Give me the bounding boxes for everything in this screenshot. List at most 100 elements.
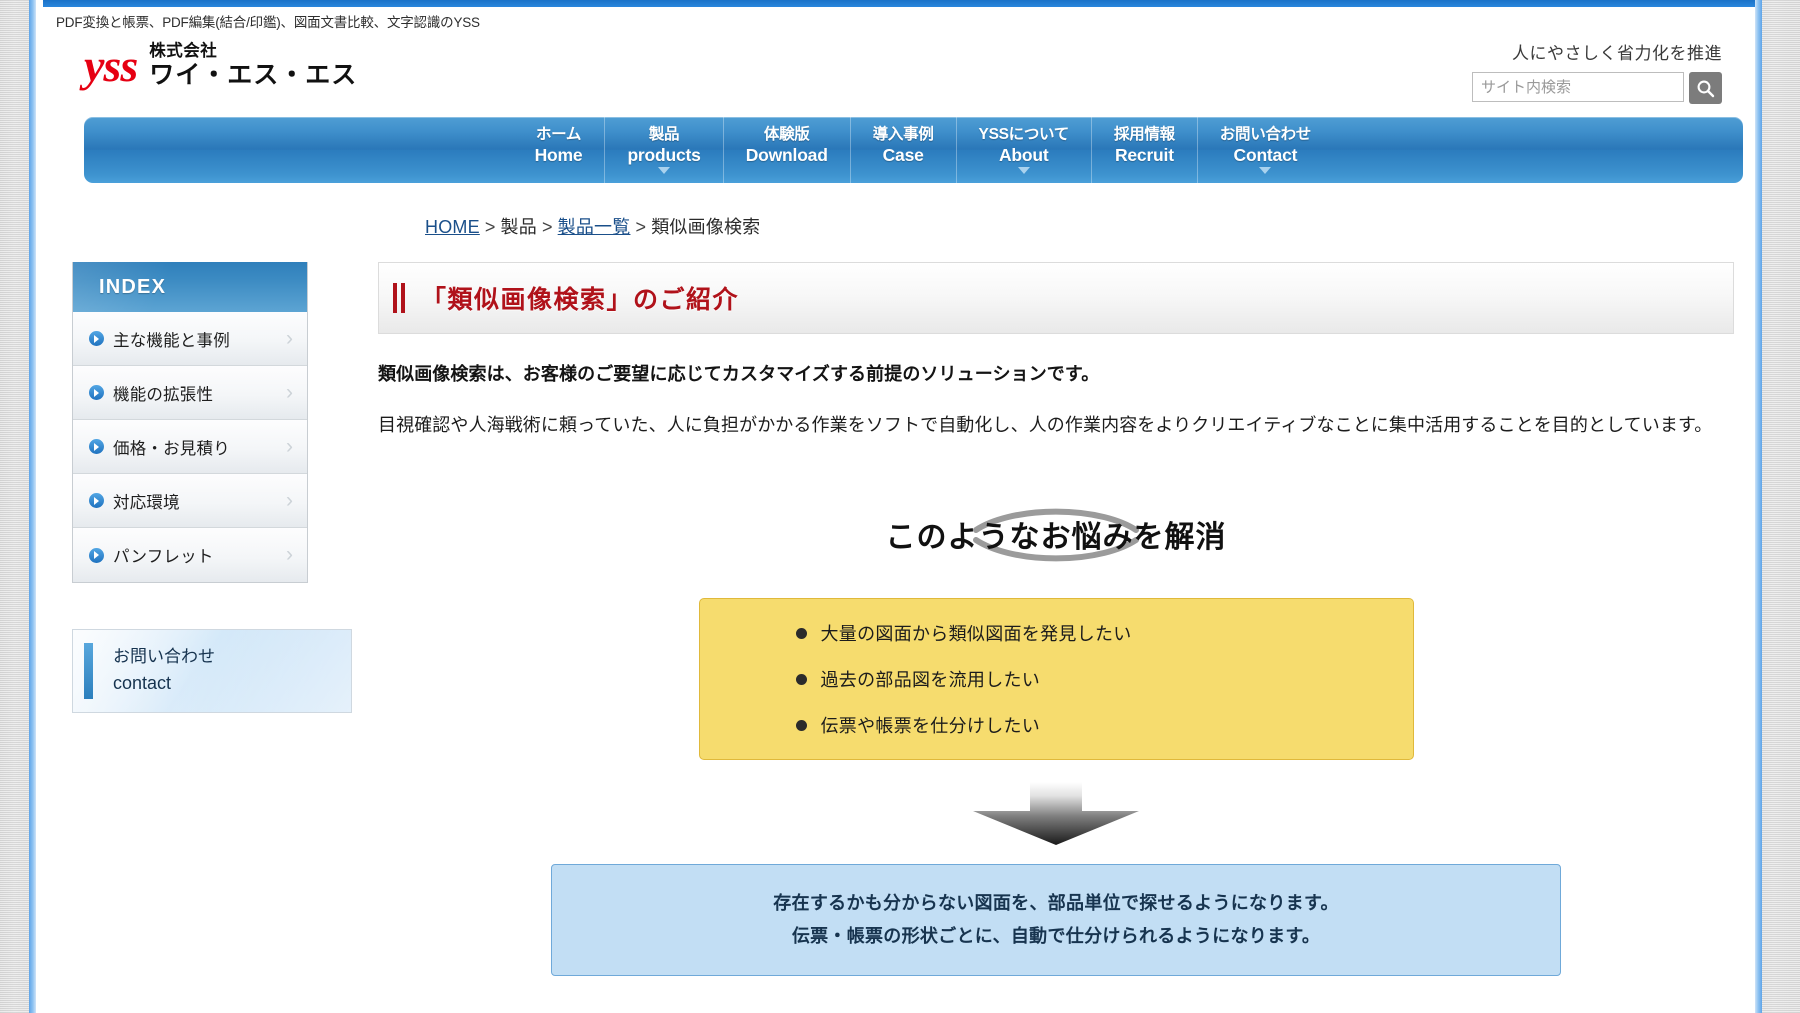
site-header: yss 株式会社 ワイ・エス・エス 人にやさしく省力化を推進: [43, 33, 1755, 117]
sidebar-index-title: INDEX: [73, 262, 307, 312]
nav-item-products[interactable]: 製品 products: [604, 117, 722, 183]
nav-item-about-en: About: [998, 145, 1049, 166]
logo-company-kana: ワイ・エス・エス: [149, 61, 358, 90]
chevron-right-icon: ›: [286, 380, 293, 404]
left-gutter-edge: [29, 0, 36, 1013]
nav-item-case-en: Case: [882, 145, 924, 166]
right-gutter-edge: [1755, 0, 1762, 1013]
site-slogan: 人にやさしく省力化を推進: [1512, 44, 1722, 63]
site-logo[interactable]: yss 株式会社 ワイ・エス・エス: [84, 42, 357, 91]
sidebar-item-label: 機能の拡張性: [113, 385, 214, 404]
nav-item-recruit-en: Recruit: [1114, 145, 1174, 166]
arrow-circle-icon: [89, 547, 104, 563]
page-canvas: PDF変換と帳票、PDF編集(結合/印鑑)、図面文書比較、文字認識のYSS ys…: [43, 0, 1755, 1013]
nav-item-products-jp: 製品: [648, 126, 680, 143]
sidebar-item-label: パンフレット: [113, 548, 214, 566]
nav-item-products-en: products: [627, 145, 701, 166]
sidebar-item-label: 価格・お見積り: [113, 439, 230, 458]
search-submit-button[interactable]: [1689, 72, 1722, 104]
sidebar-item-environment[interactable]: 対応環境 ›: [73, 474, 307, 528]
logo-company-prefix: 株式会社: [149, 42, 218, 60]
result-line: 存在するかも分からない図面を、部品単位で探せるようになります。: [773, 892, 1339, 913]
sidebar-item-pricing[interactable]: 価格・お見積り ›: [73, 420, 307, 474]
arrow-circle-icon: [89, 331, 104, 346]
breadcrumb-item-products: 製品: [500, 217, 537, 237]
problem-item-text: 過去の部品図を流用したい: [820, 669, 1041, 690]
arrow-circle-icon: [89, 439, 104, 454]
contact-accent-bar: [84, 643, 93, 699]
chevron-right-icon: ›: [286, 326, 293, 350]
sidebar-item-features[interactable]: 主な機能と事例 ›: [73, 312, 307, 366]
sidebar: INDEX 主な機能と事例 › 機能の拡張性 › 価格・お見積り › 対応環境 …: [43, 262, 378, 976]
bullet-dot-icon: [795, 720, 807, 732]
arrow-circle-icon: [89, 385, 104, 400]
chevron-down-icon: [1017, 167, 1030, 174]
nav-item-recruit-jp: 採用情報: [1113, 126, 1175, 143]
header-right-block: 人にやさしく省力化を推進: [1472, 39, 1722, 104]
problem-list-item: 大量の図面から類似図面を発見したい: [700, 625, 1413, 643]
problems-heading-block: このようなお悩みを解消: [378, 484, 1734, 584]
contact-banner-en: contact: [113, 673, 172, 694]
search-input[interactable]: [1472, 72, 1684, 102]
breadcrumb-item-home[interactable]: HOME: [425, 217, 480, 237]
intro-paragraph: 目視確認や人海戦術に頼っていた、人に負担がかかる作業をソフトで自動化し、人の作業…: [378, 415, 1713, 435]
left-page-gutter: [0, 0, 36, 1013]
lead-paragraph: 類似画像検索は、お客様のご要望に応じてカスタマイズする前提のソリューションです。: [378, 364, 1100, 384]
result-line: 伝票・帳票の形状ごとに、自動で仕分けられるようになります。: [791, 926, 1321, 947]
sidebar-index-box: INDEX 主な機能と事例 › 機能の拡張性 › 価格・お見積り › 対応環境 …: [72, 262, 308, 583]
search-icon: [1696, 79, 1715, 98]
breadcrumb-separator: >: [484, 217, 496, 237]
page-title: 「類似画像検索」のご紹介: [421, 286, 740, 314]
problem-list-item: 過去の部品図を流用したい: [700, 671, 1413, 689]
global-nav: ホーム Home 製品 products 体験版 Download 導入事例 C…: [84, 117, 1743, 183]
sidebar-item-label: 対応環境: [113, 493, 180, 512]
nav-item-download[interactable]: 体験版 Download: [722, 117, 850, 183]
chevron-right-icon: ›: [286, 543, 293, 566]
nav-item-download-jp: 体験版: [763, 126, 810, 143]
page-title-bar: 「類似画像検索」のご紹介: [378, 262, 1734, 334]
contact-banner-text: お問い合わせ contact: [113, 644, 215, 698]
results-box: 存在するかも分からない図面を、部品単位で探せるようになります。 伝票・帳票の形状…: [551, 863, 1561, 977]
arrow-circle-icon: [89, 493, 104, 508]
nav-item-contact-en: Contact: [1233, 145, 1298, 166]
chevron-right-icon: ›: [286, 434, 293, 458]
nav-item-home[interactable]: ホーム Home: [513, 117, 605, 183]
right-page-gutter: [1755, 0, 1800, 1013]
site-tagline-strip: PDF変換と帳票、PDF編集(結合/印鑑)、図面文書比較、文字認識のYSS: [56, 15, 480, 30]
sidebar-item-extensibility[interactable]: 機能の拡張性 ›: [73, 366, 307, 420]
top-blue-bar: [43, 0, 1755, 7]
title-accent-bars: [393, 283, 405, 313]
nav-item-case[interactable]: 導入事例 Case: [849, 117, 956, 183]
nav-item-contact[interactable]: お問い合わせ Contact: [1196, 117, 1333, 183]
nav-item-contact-jp: お問い合わせ: [1219, 126, 1312, 143]
chevron-down-icon: [658, 167, 671, 174]
sidebar-item-pamphlet[interactable]: パンフレット ›: [73, 528, 307, 582]
global-nav-wrapper: ホーム Home 製品 products 体験版 Download 導入事例 C…: [43, 117, 1755, 183]
down-arrow-block: [378, 781, 1734, 845]
problem-item-text: 大量の図面から類似図面を発見したい: [820, 623, 1132, 644]
breadcrumb-separator: >: [635, 217, 647, 237]
nav-item-recruit[interactable]: 採用情報 Recruit: [1090, 117, 1197, 183]
breadcrumb: HOME > 製品 > 製品一覧 > 類似画像検索: [43, 183, 1755, 239]
chevron-down-icon: [1259, 167, 1272, 174]
bullet-dot-icon: [795, 674, 807, 686]
logo-company-name: 株式会社 ワイ・エス・エス: [149, 42, 357, 91]
sidebar-item-label: 主な機能と事例: [113, 331, 230, 350]
problem-list-item: 伝票や帳票を仕分けしたい: [700, 717, 1413, 735]
main-column: 「類似画像検索」のご紹介 類似画像検索は、お客様のご要望に応じてカスタマイズする…: [378, 262, 1755, 977]
nav-item-about[interactable]: YSSについて About: [955, 117, 1091, 183]
logo-mark-yss: yss: [84, 40, 138, 92]
problems-box: 大量の図面から類似図面を発見したい 過去の部品図を流用したい 伝票や帳票を仕分け…: [698, 597, 1414, 760]
bullet-dot-icon: [795, 628, 807, 640]
screenshot-viewport: PDF変換と帳票、PDF編集(結合/印鑑)、図面文書比較、文字認識のYSS ys…: [0, 0, 1800, 1013]
breadcrumb-item-current: 類似画像検索: [651, 217, 761, 237]
chevron-right-icon: ›: [286, 488, 293, 512]
breadcrumb-item-product-list[interactable]: 製品一覧: [558, 217, 631, 237]
two-column-layout: INDEX 主な機能と事例 › 機能の拡張性 › 価格・お見積り › 対応環境 …: [43, 239, 1755, 977]
problem-item-text: 伝票や帳票を仕分けしたい: [820, 715, 1041, 736]
site-search: [1472, 72, 1722, 104]
page-content: HOME > 製品 > 製品一覧 > 類似画像検索 INDEX 主な機能と事例 ›: [43, 183, 1755, 977]
sidebar-contact-banner[interactable]: お問い合わせ contact: [72, 629, 352, 713]
contact-banner-jp: お問い合わせ: [113, 646, 215, 666]
arrow-down-icon: [973, 781, 1139, 845]
